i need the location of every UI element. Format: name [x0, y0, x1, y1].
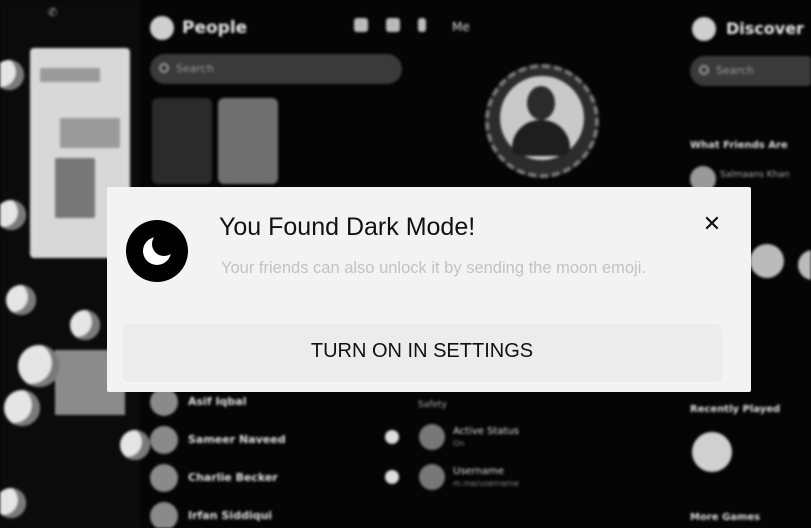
avatar[interactable]: [150, 16, 174, 40]
dialog-title: You Found Dark Mode!: [219, 213, 476, 241]
profile-head: [527, 86, 555, 120]
close-icon[interactable]: ✕: [700, 213, 724, 237]
people-title: People: [182, 18, 248, 38]
game-icon[interactable]: [750, 244, 784, 278]
moon-emoji: [0, 60, 24, 90]
game-icon[interactable]: [692, 432, 732, 472]
section-heading: Recently Played: [690, 404, 781, 415]
moon-icon: [126, 220, 188, 282]
search-icon: [699, 65, 709, 75]
avatar: [150, 464, 178, 492]
moon-emoji: [0, 200, 26, 230]
people-search-input[interactable]: Search: [150, 54, 402, 84]
me-title: Me: [452, 20, 470, 34]
section-heading: What Friends Are: [690, 140, 788, 151]
friend-name: Salmaans Khan: [720, 170, 790, 180]
story-card[interactable]: [152, 98, 212, 184]
moon-emoji: [0, 488, 26, 518]
section-heading: More Games: [690, 512, 761, 523]
avatar: [150, 502, 178, 528]
dialog-description: Your friends can also unlock it by sendi…: [221, 259, 646, 277]
username-icon: [419, 464, 445, 490]
avatar[interactable]: [692, 17, 716, 41]
settings-section-label: Safety: [418, 400, 447, 410]
moon-emoji: [18, 345, 60, 387]
settings-icon[interactable]: [386, 18, 400, 32]
game-icon[interactable]: [798, 250, 811, 280]
avatar: [150, 388, 178, 416]
phone-icon: ✆: [48, 6, 58, 19]
discover-title: Discover: [726, 19, 804, 38]
moon-emoji: [6, 285, 36, 315]
story-card[interactable]: [218, 98, 278, 184]
dark-mode-dialog: You Found Dark Mode! Your friends can al…: [107, 187, 751, 392]
search-icon: [159, 63, 169, 73]
status-icon: [385, 470, 399, 484]
chat-icon[interactable]: [354, 18, 368, 32]
status-icon: [385, 430, 399, 444]
discover-search-input[interactable]: Search: [690, 56, 811, 86]
moon-emoji: [4, 390, 40, 426]
button-label: TURN ON IN SETTINGS: [310, 340, 534, 362]
back-icon[interactable]: [418, 18, 426, 32]
turn-on-in-settings-button[interactable]: TURN ON IN SETTINGS: [122, 324, 722, 382]
active-status-icon: [419, 424, 445, 450]
avatar: [150, 426, 178, 454]
moon-emoji: [70, 310, 100, 340]
